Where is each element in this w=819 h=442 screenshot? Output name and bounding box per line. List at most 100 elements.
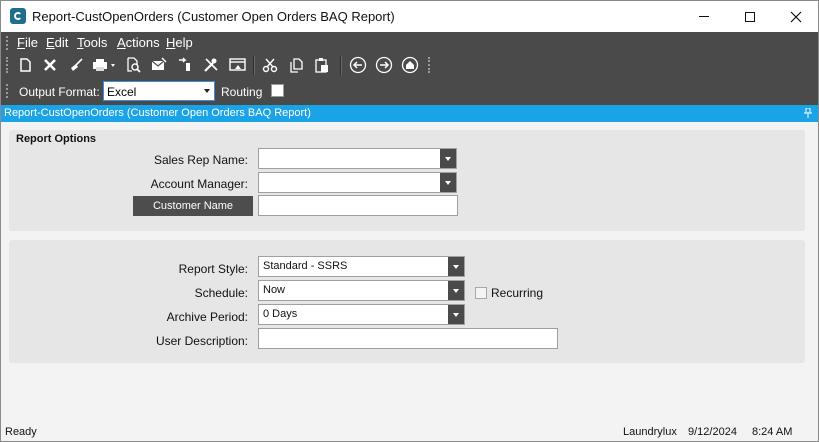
chevron-down-icon [204, 89, 210, 93]
output-format-dropdown[interactable] [200, 82, 214, 100]
report-style-label: Report Style: [178, 262, 248, 276]
clear-icon [71, 58, 83, 71]
tools-button[interactable] [201, 55, 221, 75]
clear-button[interactable] [66, 55, 86, 75]
account-manager-label: Account Manager: [150, 177, 248, 191]
maximize-button[interactable] [727, 1, 773, 32]
user-description-input[interactable] [258, 328, 558, 349]
print-icon [93, 59, 115, 71]
menu-actions[interactable]: Actions [117, 35, 160, 50]
paste-icon [315, 58, 328, 73]
toolbar-separator [253, 56, 255, 75]
account-manager-dropdown[interactable] [440, 173, 456, 192]
print-preview-icon [127, 57, 141, 73]
sales-rep-dropdown[interactable] [440, 149, 456, 168]
menu-grip [6, 36, 9, 50]
delete-icon [44, 59, 56, 71]
maximize-icon [745, 11, 755, 22]
schedule-combo[interactable]: Now [258, 280, 465, 301]
recurring-checkbox[interactable] [475, 287, 487, 299]
cut-icon [262, 58, 278, 73]
routing-checkbox[interactable] [271, 84, 284, 97]
close-button[interactable] [773, 1, 819, 32]
attachment-icon [179, 57, 190, 71]
customer-name-button[interactable]: Customer Name [133, 196, 253, 216]
attachment-button[interactable] [175, 55, 195, 75]
toolbar-separator [340, 56, 342, 75]
toolbar-grip [6, 57, 9, 73]
archive-period-value: 0 Days [263, 308, 298, 320]
menu-file[interactable]: File [17, 35, 38, 50]
chevron-down-icon [453, 264, 459, 269]
new-icon [20, 58, 31, 72]
sheet-header: Report-CustOpenOrders (Customer Open Ord… [1, 105, 818, 122]
pin-icon[interactable] [804, 108, 812, 118]
report-button[interactable] [228, 55, 248, 75]
forward-icon [375, 56, 393, 74]
email-button[interactable] [149, 55, 169, 75]
output-format-value: Excel [107, 85, 137, 99]
print-preview-button[interactable] [123, 55, 143, 75]
title-bar: Report-CustOpenOrders (Customer Open Ord… [1, 1, 818, 32]
copy-icon [290, 58, 303, 73]
customer-name-input[interactable] [258, 195, 458, 216]
toolbar-end-grip [428, 57, 431, 73]
delete-button[interactable] [40, 55, 60, 75]
archive-period-dropdown[interactable] [448, 305, 464, 324]
home-button[interactable] [400, 55, 420, 75]
archive-period-label: Archive Period: [166, 310, 248, 324]
menu-edit[interactable]: Edit [46, 35, 68, 50]
status-text: Ready [5, 426, 37, 438]
sheet-title: Report-CustOpenOrders (Customer Open Ord… [4, 107, 311, 119]
report-icon [229, 58, 246, 71]
schedule-value: Now [263, 284, 286, 296]
window-title: Report-CustOpenOrders (Customer Open Ord… [32, 9, 395, 24]
schedule-dropdown[interactable] [448, 281, 464, 300]
report-style-dropdown[interactable] [448, 257, 464, 276]
back-button[interactable] [348, 55, 368, 75]
cut-button[interactable] [260, 55, 280, 75]
chevron-down-icon [453, 312, 459, 317]
print-button[interactable] [91, 55, 119, 75]
app-window: Report-CustOpenOrders (Customer Open Ord… [0, 0, 819, 442]
output-format-label: Output Format: [19, 85, 100, 99]
chevron-down-icon [445, 180, 451, 185]
schedule-label: Schedule: [194, 286, 248, 300]
minimize-button[interactable] [681, 1, 727, 32]
chevron-down-icon [453, 288, 459, 293]
account-manager-combo[interactable] [258, 172, 457, 193]
report-style-value: Standard - SSRS [263, 260, 348, 272]
new-button[interactable] [15, 55, 35, 75]
recurring-label: Recurring [491, 286, 544, 300]
user-description-label: User Description: [155, 334, 248, 348]
status-date: 9/12/2024 [688, 426, 737, 438]
sales-rep-label: Sales Rep Name: [153, 153, 248, 167]
copy-button[interactable] [286, 55, 306, 75]
minimize-icon [699, 16, 709, 17]
email-icon [151, 57, 167, 70]
sales-rep-combo[interactable] [258, 148, 457, 169]
toolbar [1, 53, 818, 77]
forward-button[interactable] [374, 55, 394, 75]
report-style-combo[interactable]: Standard - SSRS [258, 256, 465, 277]
epicor-app-icon [10, 8, 26, 24]
report-options-title: Report Options [16, 133, 97, 145]
back-icon [349, 56, 367, 74]
output-format-select[interactable]: Excel [103, 81, 215, 101]
menu-tools[interactable]: Tools [77, 35, 107, 50]
menu-help[interactable]: Help [166, 35, 193, 50]
routing-label: Routing [221, 85, 263, 99]
command-area: File Edit Tools Actions Help Output Form… [1, 32, 818, 105]
close-icon [790, 11, 802, 22]
status-company: Laundrylux [623, 426, 677, 438]
status-time: 8:24 AM [752, 426, 793, 438]
paste-button[interactable] [312, 55, 332, 75]
archive-period-combo[interactable]: 0 Days [258, 304, 465, 325]
tools-icon [204, 58, 218, 72]
home-icon [401, 56, 419, 74]
menu-bar: File Edit Tools Actions Help [1, 32, 818, 54]
output-grip [6, 84, 9, 98]
status-bar: Ready Laundrylux 9/12/2024 8:24 AM [1, 423, 818, 441]
output-bar: Output Format: Excel Routing [1, 80, 818, 104]
chevron-down-icon [445, 156, 451, 161]
